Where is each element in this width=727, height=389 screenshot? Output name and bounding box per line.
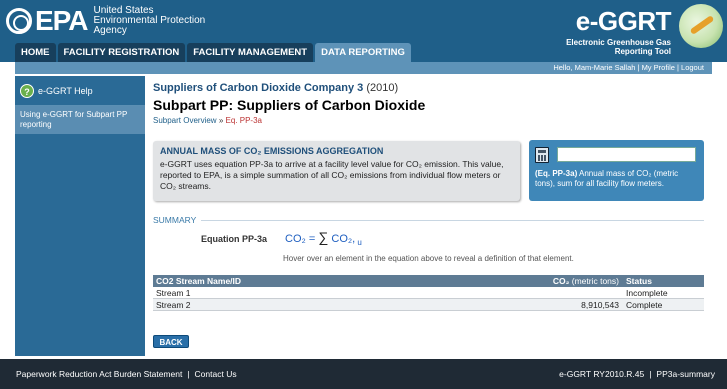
equation-hint: Hover over an element in the equation ab… <box>283 254 574 263</box>
info-box-title: ANNUAL MASS OF CO₂ EMISSIONS AGGREGATION <box>160 146 384 156</box>
epa-logo[interactable]: EPA United States Environmental Protecti… <box>6 6 205 36</box>
contact-us-link[interactable]: Contact Us <box>195 369 237 379</box>
stream-value <box>415 287 623 298</box>
tab-data-reporting[interactable]: DATA REPORTING <box>315 43 411 62</box>
table-row: Stream 1 Incomplete <box>153 287 704 299</box>
site-footer: Paperwork Reduction Act Burden Statement… <box>0 359 727 389</box>
back-button[interactable]: BACK <box>153 335 189 348</box>
table-row: Stream 2 8,910,543 Complete <box>153 299 704 311</box>
sidebar-help-label: e-GGRT Help <box>38 85 93 96</box>
stream-name: Stream 1 <box>156 288 191 298</box>
logout-link[interactable]: Logout <box>681 63 704 72</box>
tab-facility-management[interactable]: FACILITY MANAGEMENT <box>187 43 314 62</box>
tab-facility-registration[interactable]: FACILITY REGISTRATION <box>57 43 186 62</box>
equation-formula: CO₂ = ∑ CO₂, u <box>285 229 362 248</box>
info-box-text: e-GGRT uses equation PP-3a to arrive at … <box>160 159 504 191</box>
agency-name: United States Environmental Protection A… <box>93 5 206 36</box>
breadcrumb-subpart-overview[interactable]: Subpart Overview <box>153 116 217 125</box>
company-name: Suppliers of Carbon Dioxide Company 3 (2… <box>153 82 399 94</box>
equation-label: Equation PP-3a <box>201 234 268 244</box>
summary-divider <box>201 220 704 221</box>
sidebar-item-help[interactable]: ? e-GGRT Help <box>15 76 145 106</box>
eggrt-globe-icon <box>679 4 723 48</box>
eggrt-title: e-GGRT <box>575 6 672 36</box>
sidebar: ? e-GGRT Help Using e-GGRT for Subpart P… <box>15 76 145 356</box>
equation-rhs[interactable]: CO₂, <box>328 233 355 245</box>
stream-value: 8,910,543 <box>581 300 619 310</box>
epa-wordmark: EPA <box>35 5 88 36</box>
column-header-name: CO2 Stream Name/ID <box>156 276 242 286</box>
page-id-label: PP3a-summary <box>656 369 715 379</box>
page-title: Subpart PP: Suppliers of Carbon Dioxide <box>153 97 426 113</box>
paperwork-link[interactable]: Paperwork Reduction Act Burden Statement <box>16 369 182 379</box>
calculator-box: (Eq. PP-3a) Annual mass of CO₂ (metric t… <box>529 140 704 201</box>
reporting-year: (2010) <box>366 82 399 94</box>
eggrt-subtitle: Electronic Greenhouse Gas Reporting Tool <box>566 38 671 56</box>
equation-lhs[interactable]: CO₂ <box>285 233 306 245</box>
info-box: ANNUAL MASS OF CO₂ EMISSIONS AGGREGATION… <box>153 141 520 201</box>
stream-status: Incomplete <box>626 288 668 298</box>
main-content: Suppliers of Carbon Dioxide Company 3 (2… <box>145 76 712 356</box>
version-label: e-GGRT RY2010.R.45 <box>559 369 645 379</box>
calculator-icon[interactable] <box>535 147 549 163</box>
sigma-symbol: ∑ <box>318 229 329 245</box>
column-header-status: Status <box>626 276 652 286</box>
calculated-value-field[interactable] <box>557 147 696 162</box>
breadcrumb: Subpart Overview » Eq. PP-3a <box>153 116 262 125</box>
table-header: CO2 Stream Name/ID CO₂ (metric tons) Sta… <box>153 275 704 287</box>
calculator-description: (Eq. PP-3a) Annual mass of CO₂ (metric t… <box>535 169 679 188</box>
user-bar: Hello, Mam-Marie Sallah | My Profile | L… <box>15 62 712 74</box>
equation-rhs-subscript: u <box>355 238 362 248</box>
sidebar-item-subpart-pp-help[interactable]: Using e-GGRT for Subpart PP reporting <box>15 106 145 134</box>
site-header: EPA United States Environmental Protecti… <box>0 0 727 62</box>
tab-home[interactable]: HOME <box>15 43 56 62</box>
user-greeting: Hello, Mam-Marie Sallah <box>553 63 636 72</box>
column-header-value: CO₂ (metric tons) <box>552 276 619 286</box>
breadcrumb-current: Eq. PP-3a <box>225 116 262 125</box>
my-profile-link[interactable]: My Profile <box>642 63 675 72</box>
stream-table: CO2 Stream Name/ID CO₂ (metric tons) Sta… <box>153 275 704 311</box>
stream-status: Complete <box>626 300 663 310</box>
stream-name: Stream 2 <box>156 300 191 310</box>
main-nav: HOME FACILITY REGISTRATION FACILITY MANA… <box>15 43 413 62</box>
help-icon: ? <box>20 83 34 98</box>
summary-label: SUMMARY <box>153 215 197 225</box>
epa-seal-icon <box>6 8 32 34</box>
